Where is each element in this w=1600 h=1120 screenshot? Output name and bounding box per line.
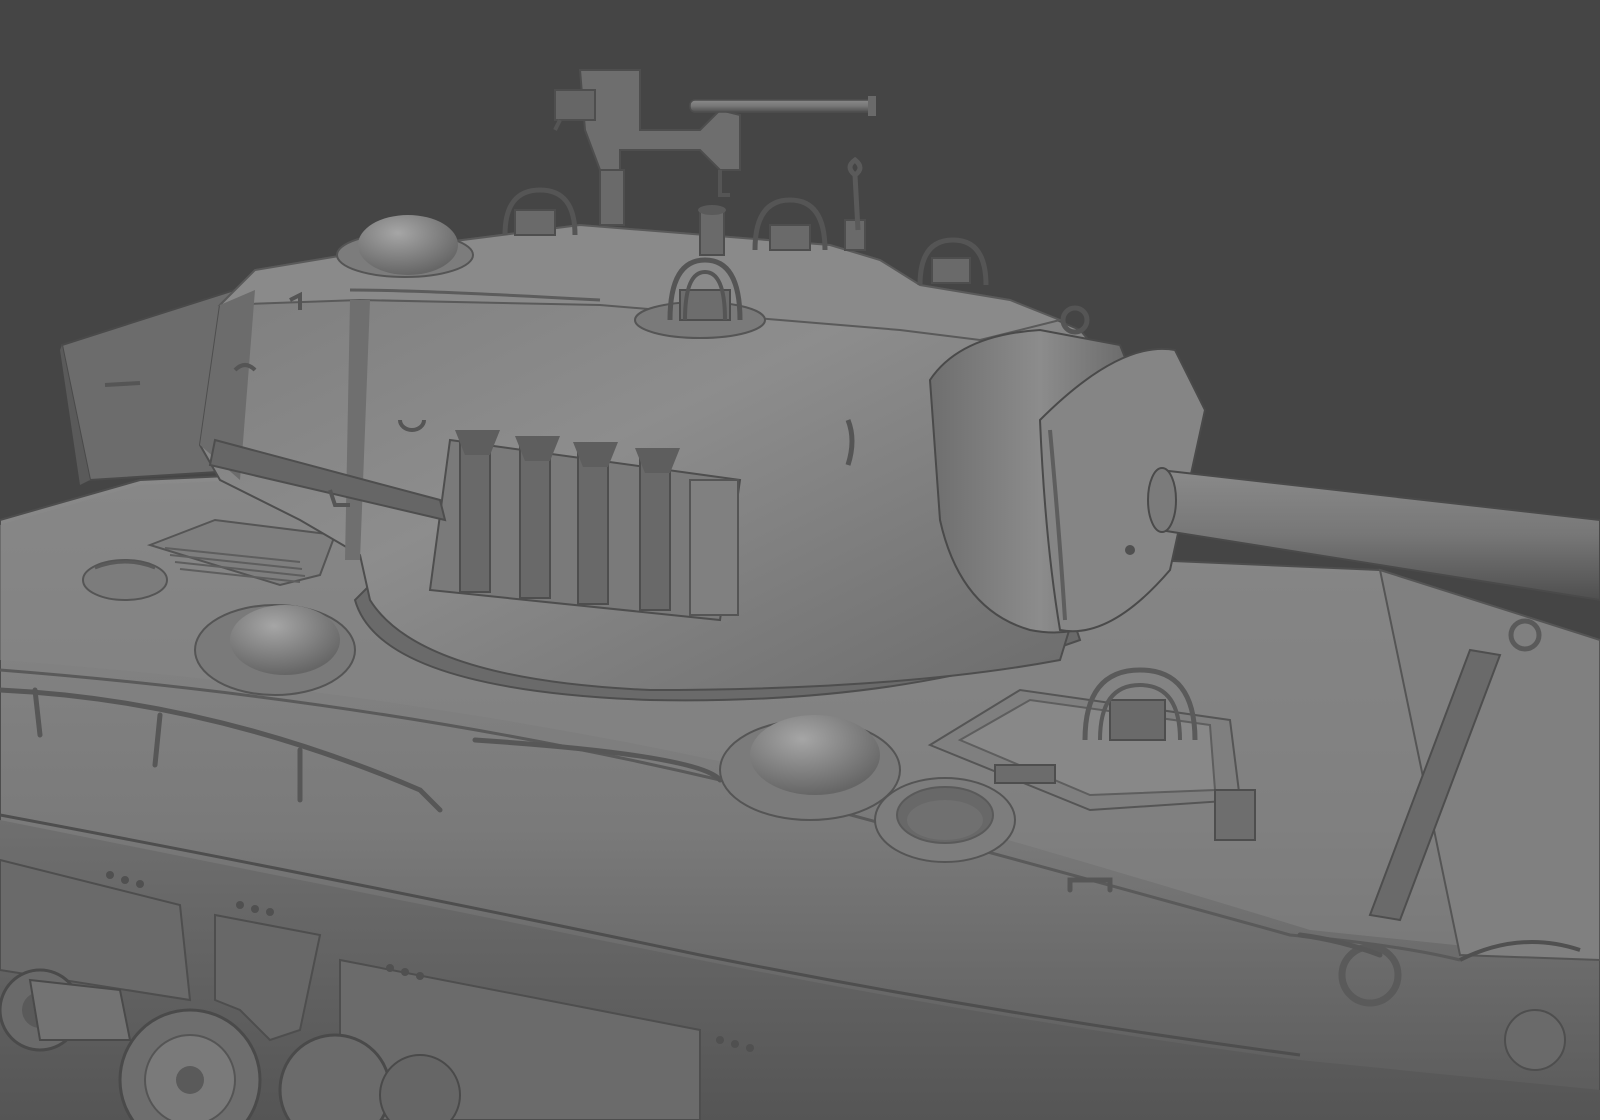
tank-render xyxy=(0,0,1600,1120)
render-viewport xyxy=(0,0,1600,1120)
hull-periscope-ring xyxy=(874,777,1016,863)
hull-ventilator-dome-left xyxy=(194,604,356,696)
